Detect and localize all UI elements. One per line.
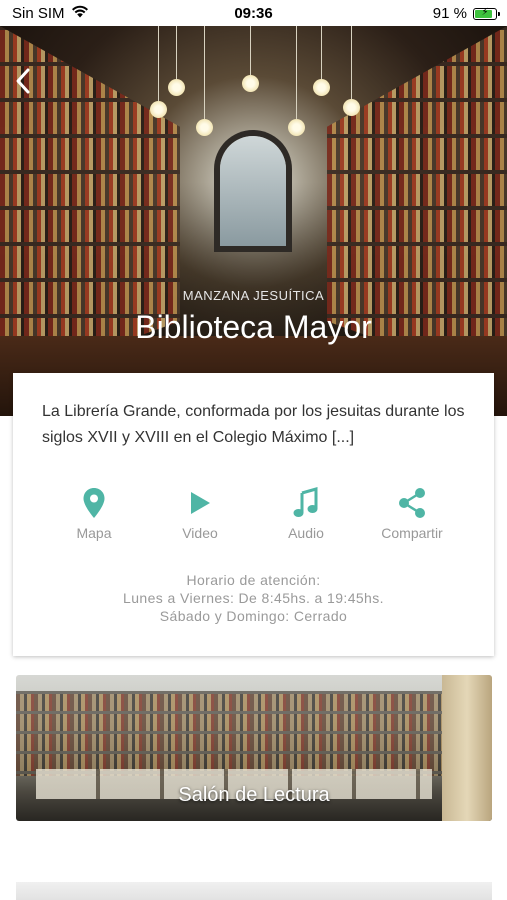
lamp (288, 26, 305, 136)
info-card: La Librería Grande, conformada por los j… (13, 373, 494, 656)
chevron-left-icon (16, 68, 30, 94)
audio-label: Audio (288, 525, 324, 541)
audio-button[interactable]: Audio (256, 487, 356, 541)
map-label: Mapa (76, 525, 112, 541)
hero-image: MANZANA JESUÍTICA Biblioteca Mayor (0, 26, 507, 416)
room-card-salon-de-lectura[interactable]: Salón de Lectura (16, 675, 492, 821)
hours-weekend: Sábado y Domingo: Cerrado (159, 608, 348, 624)
map-button[interactable]: Mapa (44, 487, 144, 541)
video-label: Video (182, 525, 218, 541)
clock: 09:36 (234, 5, 273, 22)
opening-hours: Horario de atención: Lunes a Viernes: De… (13, 571, 494, 625)
battery-percent: 91 % (432, 5, 467, 22)
action-bar: Mapa Video Audio Compartir (13, 487, 494, 547)
lamp (168, 26, 185, 96)
back-button[interactable] (8, 66, 38, 96)
arched-doorway (220, 136, 286, 246)
lamp (242, 26, 259, 92)
share-button[interactable]: Compartir (362, 487, 462, 541)
share-label: Compartir (381, 525, 443, 541)
map-pin-icon (83, 488, 105, 518)
description: La Librería Grande, conformada por los j… (42, 403, 465, 446)
room-bookshelves (16, 691, 492, 776)
share-icon (399, 488, 425, 518)
status-bar: Sin SIM 09:36 91 % ⚡ (0, 0, 507, 26)
status-right: 91 % ⚡ (432, 5, 500, 22)
video-button[interactable]: Video (150, 487, 250, 541)
room-title: Salón de Lectura (178, 784, 330, 806)
hours-weekdays: Lunes a Viernes: De 8:45hs. a 19:45hs. (123, 590, 384, 606)
lamp (343, 26, 360, 116)
hero-subtitle: MANZANA JESUÍTICA (182, 288, 325, 303)
page-title: Biblioteca Mayor (135, 309, 372, 345)
lamp (196, 26, 213, 136)
bolt-icon: ⚡ (481, 6, 489, 18)
next-room-card[interactable] (16, 882, 492, 900)
battery-charging-icon: ⚡ (473, 6, 500, 20)
music-note-icon (293, 487, 318, 517)
play-icon (191, 492, 210, 514)
hero-text: MANZANA JESUÍTICA Biblioteca Mayor (0, 288, 507, 346)
lamp (150, 26, 167, 118)
hours-title: Horario de atención: (186, 572, 321, 588)
lamp (313, 26, 330, 96)
